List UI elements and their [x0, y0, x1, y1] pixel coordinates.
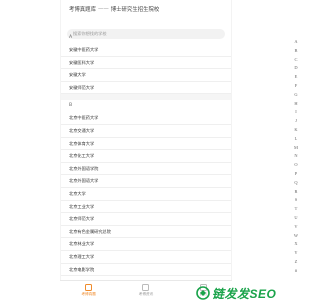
page-header: 考博真题库 —— 博士研究生招生院校 — [61, 0, 231, 18]
school-list-item[interactable]: 安徽医科大学 — [61, 57, 231, 70]
site-name: 考博真题库 — [69, 7, 96, 13]
alphabet-index-letter[interactable]: W — [294, 232, 298, 241]
school-list-item[interactable]: 北京电影学院 — [61, 264, 231, 277]
school-list: A 安徽中医药大学 安徽医科大学 安徽大学 安徽师范大学 B 北京中医药大学 北京交通大学 北京… — [61, 32, 231, 277]
school-list-item[interactable]: 北京理工大学 — [61, 251, 231, 264]
home-icon — [85, 283, 93, 291]
news-icon — [142, 283, 150, 291]
alphabet-index-letter[interactable]: G — [294, 91, 297, 100]
alphabet-index-letter[interactable]: X — [294, 240, 297, 249]
alphabet-index-letter[interactable]: N — [294, 152, 297, 161]
alphabet-index-letter[interactable]: P — [295, 170, 297, 179]
alphabet-index-letter[interactable]: M — [294, 144, 298, 153]
page-title: 博士研究生招生院校 — [110, 7, 160, 13]
alphabet-index-letter[interactable]: R — [295, 188, 298, 197]
school-list-item[interactable]: 北京林业大学 — [61, 238, 231, 251]
school-list-item[interactable]: 北京外国语大学 — [61, 175, 231, 188]
school-list-item[interactable]: 北京体育大学 — [61, 138, 231, 151]
school-list-item[interactable]: 北京中医药大学 — [61, 112, 231, 125]
section-header: B — [61, 100, 231, 113]
alphabet-index-letter[interactable]: K — [294, 126, 297, 135]
search-input[interactable] — [67, 28, 225, 39]
alphabet-index-letter[interactable]: L — [295, 135, 298, 144]
alphabet-index-letter[interactable]: O — [294, 161, 297, 170]
school-list-item[interactable]: 安徽大学 — [61, 69, 231, 82]
school-list-item[interactable]: 北京有色金属研究总院 — [61, 226, 231, 239]
alphabet-index-letter[interactable]: A — [294, 38, 297, 47]
school-list-item[interactable]: 北京师范大学 — [61, 213, 231, 226]
search-bar — [61, 18, 231, 39]
tab-news[interactable]: 考博资讯 — [117, 281, 174, 300]
main-page: 考博真题库 —— 博士研究生招生院校 A安徽中医药大学安徽医科大学安徽大学安徽师… — [60, 0, 232, 300]
alphabet-index-letter[interactable]: # — [295, 267, 297, 276]
alphabet-index-letter[interactable]: D — [294, 64, 297, 73]
school-list-item[interactable]: 北京交通大学 — [61, 125, 231, 138]
alphabet-index-letter[interactable]: Y — [294, 249, 297, 258]
school-list-item[interactable]: 北京化工大学 — [61, 150, 231, 163]
alphabet-index-letter[interactable]: J — [295, 117, 297, 126]
alphabet-index-letter[interactable]: U — [294, 214, 297, 223]
alphabet-index-letter[interactable]: E — [295, 73, 298, 82]
school-list-item[interactable]: 北京工业大学 — [61, 201, 231, 214]
school-list-item[interactable]: 安徽师范大学 — [61, 82, 231, 95]
alphabet-index-letter[interactable]: H — [294, 100, 297, 109]
alphabet-index-letter[interactable]: T — [295, 205, 298, 214]
alphabet-index-letter[interactable]: I — [295, 108, 296, 117]
school-list-item[interactable]: 安徽中医药大学 — [61, 44, 231, 57]
alphabet-index: A B C D E F G H I J K L M N O P Q R S T U V W X Y Z # — [292, 38, 300, 276]
alphabet-index-letter[interactable]: F — [295, 82, 297, 91]
alphabet-index-letter[interactable]: S — [295, 196, 297, 205]
title-separator: —— — [97, 6, 109, 12]
watermark-logo-icon — [196, 286, 210, 300]
alphabet-index-letter[interactable]: Q — [294, 179, 297, 188]
tab-label: 考博资讯 — [138, 292, 154, 297]
alphabet-index-letter[interactable]: B — [295, 47, 298, 56]
watermark-text: 链发发SEO — [212, 286, 277, 300]
tab-label: 考博真题 — [81, 292, 96, 297]
watermark: 链发发SEO — [196, 286, 276, 300]
tab-home[interactable]: 考博真题 — [60, 281, 117, 300]
school-list-item[interactable]: 北京外国语学院 — [61, 163, 231, 176]
school-list-item[interactable]: 北京大学 — [61, 188, 231, 201]
alphabet-index-letter[interactable]: Z — [295, 258, 298, 267]
alphabet-index-letter[interactable]: V — [294, 223, 297, 232]
alphabet-index-letter[interactable]: C — [295, 56, 298, 65]
